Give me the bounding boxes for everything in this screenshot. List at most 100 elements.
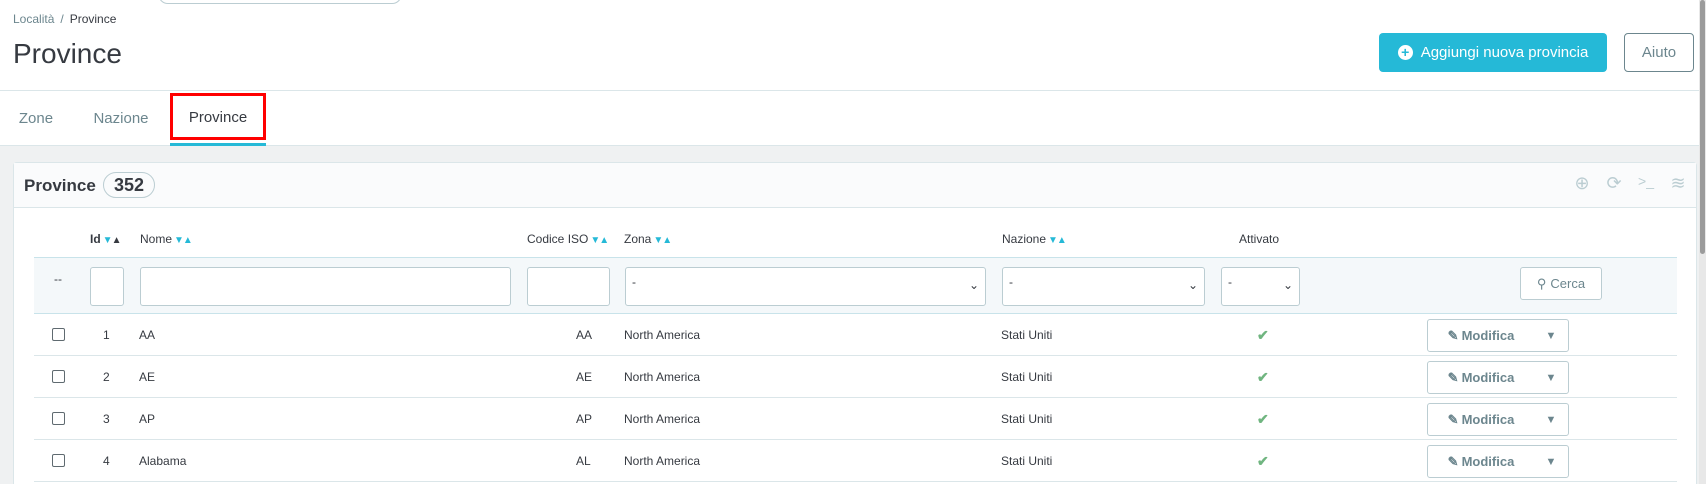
add-icon[interactable]: ⊕ xyxy=(1572,173,1592,194)
sort-icon[interactable]: ▼▲ xyxy=(103,235,122,246)
database-icon[interactable]: ≋ xyxy=(1668,173,1688,194)
caret-down-icon[interactable]: ▼ xyxy=(1534,456,1568,468)
tab-zone[interactable]: Zone xyxy=(16,91,56,146)
table-row: 4 Alabama AL North America ✔ Stati Uniti… xyxy=(34,440,1677,482)
pencil-icon: ✎ xyxy=(1447,327,1459,343)
table-row: 2 AE AE North America ✔ Stati Uniti ✎ Mod… xyxy=(34,356,1677,398)
check-icon[interactable]: ✔ xyxy=(1257,440,1269,482)
filter-zone-value: - xyxy=(632,275,636,289)
cell-zone: North America xyxy=(624,412,701,426)
breadcrumb: Località / Province xyxy=(13,12,116,26)
col-iso-label: Codice ISO xyxy=(527,232,589,246)
search-icon: ⚲ xyxy=(1536,275,1547,291)
edit-text: Modifica xyxy=(1461,453,1515,469)
edit-button[interactable]: ✎ Modifica ▼ xyxy=(1427,319,1569,352)
caret-down-icon[interactable]: ▼ xyxy=(1534,414,1568,426)
cell-name: AE xyxy=(139,370,156,384)
edit-label: ✎ Modifica xyxy=(1428,370,1534,386)
col-country[interactable]: Nazione ▼▲ xyxy=(1002,232,1067,246)
filter-iso-input[interactable] xyxy=(527,267,610,306)
cell-zone: North America xyxy=(624,454,701,468)
check-icon[interactable]: ✔ xyxy=(1257,314,1269,356)
edit-button[interactable]: ✎ Modifica ▼ xyxy=(1427,445,1569,478)
edit-text: Modifica xyxy=(1461,369,1515,385)
filter-active-value: - xyxy=(1228,275,1232,289)
table-row: 3 AP AP North America ✔ Stati Uniti ✎ Mod… xyxy=(34,398,1677,440)
edit-button[interactable]: ✎ Modifica ▼ xyxy=(1427,403,1569,436)
panel-tools: ⊕ ⟳ >_ ≋ xyxy=(1572,173,1688,194)
edit-text: Modifica xyxy=(1461,327,1515,343)
terminal-icon[interactable]: >_ xyxy=(1636,173,1656,194)
page-scrollbar[interactable] xyxy=(1699,0,1706,484)
col-iso[interactable]: Codice ISO ▼▲ xyxy=(527,232,609,246)
check-icon[interactable]: ✔ xyxy=(1257,398,1269,440)
tab-province[interactable]: Province xyxy=(170,91,266,146)
count-badge: 352 xyxy=(103,172,156,198)
help-button[interactable]: Aiuto xyxy=(1624,33,1694,72)
cell-name: Alabama xyxy=(139,454,187,468)
row-checkbox[interactable] xyxy=(52,454,65,467)
cell-iso: AE xyxy=(576,370,593,384)
page-title: Province xyxy=(13,38,122,69)
add-province-button[interactable]: + Aggiungi nuova provincia xyxy=(1379,33,1607,72)
cell-country: Stati Uniti xyxy=(1001,454,1053,468)
col-name[interactable]: Nome ▼▲ xyxy=(140,232,193,246)
pencil-icon: ✎ xyxy=(1447,411,1459,427)
cell-iso: AA xyxy=(576,328,593,342)
filter-zone-select[interactable]: - ⌄ xyxy=(625,267,986,306)
tab-nazione[interactable]: Nazione xyxy=(92,91,150,146)
cell-id: 1 xyxy=(103,328,110,342)
plus-circle-icon: + xyxy=(1397,45,1413,60)
cell-iso: AL xyxy=(576,454,591,468)
caret-down-icon[interactable]: ▼ xyxy=(1534,372,1568,384)
filter-dash: -- xyxy=(54,272,62,286)
cell-country: Stati Uniti xyxy=(1001,328,1053,342)
sort-icon[interactable]: ▼▲ xyxy=(590,235,609,246)
col-active: Attivato xyxy=(1239,232,1280,246)
tabs-bar: Zone Nazione Province xyxy=(0,91,1706,146)
sort-icon[interactable]: ▼▲ xyxy=(1048,235,1067,246)
refresh-icon[interactable]: ⟳ xyxy=(1604,173,1624,194)
row-checkbox[interactable] xyxy=(52,370,65,383)
chevron-down-icon: ⌄ xyxy=(1187,278,1198,292)
edit-button[interactable]: ✎ Modifica ▼ xyxy=(1427,361,1569,394)
check-icon[interactable]: ✔ xyxy=(1257,356,1269,398)
col-zone-label: Zona xyxy=(624,232,652,246)
edit-label: ✎ Modifica xyxy=(1428,454,1534,470)
sort-icon[interactable]: ▼▲ xyxy=(653,235,672,246)
cell-id: 4 xyxy=(103,454,110,468)
filter-name-input[interactable] xyxy=(140,267,511,306)
cell-zone: North America xyxy=(624,328,701,342)
filter-country-select[interactable]: - ⌄ xyxy=(1002,267,1205,306)
col-id-label: Id xyxy=(90,232,101,246)
breadcrumb-parent[interactable]: Località xyxy=(13,12,54,26)
panel-heading: Province 352 ⊕ ⟳ >_ ≋ xyxy=(14,163,1696,208)
edit-label: ✎ Modifica xyxy=(1428,328,1534,344)
row-checkbox[interactable] xyxy=(52,412,65,425)
cell-id: 3 xyxy=(103,412,110,426)
cell-name: AA xyxy=(139,328,156,342)
filter-id-input[interactable] xyxy=(90,267,124,306)
edit-text: Modifica xyxy=(1461,411,1515,427)
col-id[interactable]: Id ▼▲ xyxy=(90,232,122,246)
col-zone[interactable]: Zona ▼▲ xyxy=(624,232,672,246)
chevron-down-icon: ⌄ xyxy=(968,278,979,292)
table-row: 1 AA AA North America ✔ Stati Uniti ✎ Mod… xyxy=(34,314,1677,356)
filter-row: -- - ⌄ - ⌄ - ⌄ ⚲ Cerca xyxy=(34,257,1677,314)
breadcrumb-separator: / xyxy=(60,12,64,26)
sort-icon[interactable]: ▼▲ xyxy=(174,235,193,246)
filter-country-value: - xyxy=(1009,275,1013,289)
scrollbar-thumb[interactable] xyxy=(1700,0,1705,254)
cell-country: Stati Uniti xyxy=(1001,370,1053,384)
search-button[interactable]: ⚲ Cerca xyxy=(1520,267,1602,300)
cell-country: Stati Uniti xyxy=(1001,412,1053,426)
caret-down-icon[interactable]: ▼ xyxy=(1534,330,1568,342)
row-checkbox[interactable] xyxy=(52,328,65,341)
cell-id: 2 xyxy=(103,370,110,384)
search-button-label: Cerca xyxy=(1550,276,1586,291)
chevron-down-icon: ⌄ xyxy=(1282,278,1293,292)
pencil-icon: ✎ xyxy=(1447,369,1459,385)
filter-active-select[interactable]: - ⌄ xyxy=(1221,267,1300,306)
search-field[interactable] xyxy=(158,0,402,4)
province-panel: Province 352 ⊕ ⟳ >_ ≋ Id ▼▲ Nome ▼▲ Codice… xyxy=(13,162,1697,484)
